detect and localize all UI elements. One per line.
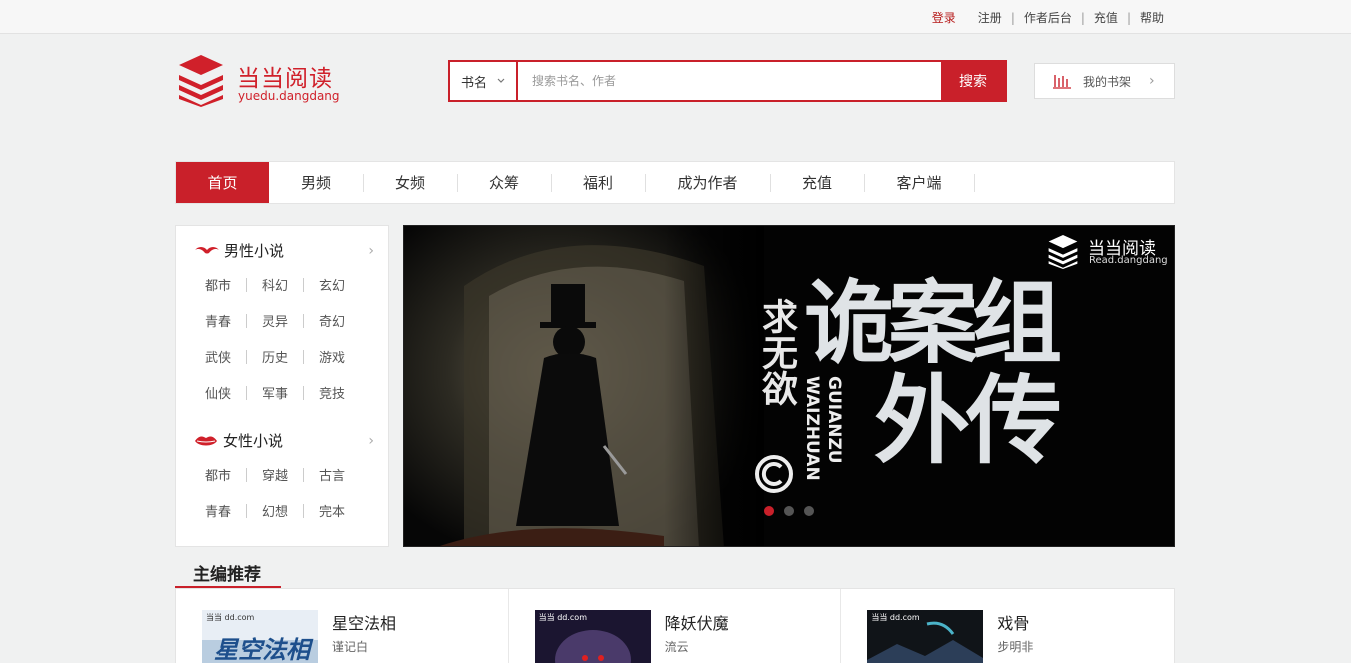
banner-author: 求无欲 [756, 298, 797, 406]
divider: | [1080, 10, 1085, 25]
slide-dot[interactable] [764, 506, 774, 516]
divider: | [1010, 10, 1015, 25]
mustache-icon [195, 246, 219, 253]
nav-item-welfare[interactable]: 福利 [551, 162, 645, 203]
category-link[interactable]: 完本 [304, 501, 360, 520]
search-bar: 书名 搜索 [448, 60, 1007, 102]
search-type-select[interactable]: 书名 [450, 62, 518, 100]
cover-site: 当当 dd.com [206, 613, 255, 622]
recharge-link[interactable]: 充值 [1094, 9, 1118, 26]
nav-end [974, 162, 975, 203]
category-link[interactable]: 青春 [190, 311, 246, 330]
nav-item-recharge[interactable]: 充值 [770, 162, 864, 203]
category-link[interactable]: 武侠 [190, 347, 246, 366]
book-cover[interactable]: 当当 dd.com [534, 610, 651, 663]
category-panel: 男性小说 › 都市 科幻 玄幻 青春 灵异 奇幻 武侠 历史 游戏 仙侠 军事 … [175, 225, 389, 547]
bookshelf-icon [1053, 75, 1071, 89]
female-category-header[interactable]: 女性小说 › [194, 430, 374, 451]
chevron-down-icon [497, 78, 505, 83]
book-cover[interactable]: 当当 dd.com 星空法相 [202, 610, 318, 663]
category-link[interactable]: 仙侠 [190, 383, 246, 402]
category-link[interactable]: 灵异 [247, 311, 303, 330]
nav-item-male[interactable]: 男频 [269, 162, 363, 203]
book-card[interactable]: 当当 dd.com 戏骨 步明非 [841, 589, 1174, 663]
slide-dot[interactable] [804, 506, 814, 516]
site-logo[interactable]: 当当阅读 yuedu.dangdang [175, 55, 345, 110]
top-bar: 登录 注册 | 作者后台 | 充值 | 帮助 [0, 0, 1351, 34]
banner-brand-icon [1048, 235, 1078, 269]
register-link[interactable]: 注册 [978, 9, 1002, 26]
category-link[interactable]: 都市 [190, 275, 246, 294]
top-links: 登录 注册 | 作者后台 | 充值 | 帮助 [932, 9, 1164, 26]
section-title: 主编推荐 [193, 565, 261, 585]
book-author: 谨记白 [332, 640, 369, 654]
slide-dot[interactable] [784, 506, 794, 516]
banner-pinyin2: WAIZHUAN [802, 376, 822, 481]
category-link[interactable]: 科幻 [247, 275, 303, 294]
bookshelf-label: 我的书架 [1083, 74, 1132, 89]
book-title[interactable]: 星空法相 [332, 610, 396, 634]
male-category-header[interactable]: 男性小说 › [194, 240, 374, 261]
book-card[interactable]: 当当 dd.com 降妖伏魔 流云 [509, 589, 842, 663]
search-input[interactable] [518, 62, 941, 100]
category-link[interactable]: 都市 [190, 465, 246, 484]
female-row-2: 青春 幻想 完本 [190, 501, 380, 520]
male-category-title: 男性小说 [224, 242, 285, 260]
nav-item-female[interactable]: 女频 [363, 162, 457, 203]
banner-title-line1: 诡案组 [804, 271, 1062, 376]
category-link[interactable]: 军事 [247, 383, 303, 402]
category-link[interactable]: 奇幻 [304, 311, 360, 330]
cover-site: 当当 dd.com [538, 613, 587, 622]
banner-slide-dots [764, 506, 814, 516]
category-link[interactable]: 玄幻 [304, 275, 360, 294]
female-row-1: 都市 穿越 古言 [190, 465, 380, 484]
male-row-2: 青春 灵异 奇幻 [190, 311, 380, 330]
my-bookshelf-button[interactable]: 我的书架 › [1034, 63, 1175, 99]
banner-title-line2: 外传 [874, 365, 1062, 477]
book-card[interactable]: 当当 dd.com 星空法相 星空法相 谨记白 [176, 589, 509, 663]
category-link[interactable]: 游戏 [304, 347, 360, 366]
banner-pinyin1: GUIANZU [824, 376, 844, 464]
category-link[interactable]: 竞技 [304, 383, 360, 402]
author-backend-link[interactable]: 作者后台 [1024, 9, 1072, 26]
main-nav: 首页 男频 女频 众筹 福利 成为作者 充值 客户端 [175, 161, 1175, 204]
category-link[interactable]: 穿越 [247, 465, 303, 484]
banner-brand-sub: Read.dangdang [1089, 255, 1168, 266]
nav-item-crowdfunding[interactable]: 众筹 [457, 162, 551, 203]
book-cover[interactable]: 当当 dd.com [867, 610, 984, 663]
book-author: 流云 [664, 640, 689, 654]
male-row-1: 都市 科幻 玄幻 [190, 275, 380, 294]
search-type-label: 书名 [460, 75, 487, 91]
logo-stack-icon [179, 55, 223, 107]
cover-title: 星空法相 [214, 636, 310, 663]
cover-site: 当当 dd.com [871, 613, 920, 622]
book-title[interactable]: 戏骨 [997, 610, 1029, 634]
male-row-4: 仙侠 军事 竞技 [190, 383, 380, 402]
nav-item-become-author[interactable]: 成为作者 [645, 162, 770, 203]
login-link[interactable]: 登录 [932, 9, 956, 26]
category-link[interactable]: 青春 [190, 501, 246, 520]
divider: | [1126, 10, 1131, 25]
category-link[interactable]: 古言 [304, 465, 360, 484]
help-link[interactable]: 帮助 [1140, 9, 1164, 26]
logo-domain: yuedu.dangdang [238, 89, 340, 103]
nav-item-home[interactable]: 首页 [176, 162, 269, 203]
chevron-right-icon: › [368, 432, 374, 449]
hero-banner[interactable]: 当当阅读 Read.dangdang 求无欲 诡案组 外传 GUIANZU WA… [403, 225, 1175, 547]
book-author: 步明非 [997, 640, 1034, 654]
male-row-3: 武侠 历史 游戏 [190, 347, 380, 366]
copyright-swirl-icon [755, 455, 793, 493]
category-link[interactable]: 历史 [247, 347, 303, 366]
nav-item-client[interactable]: 客户端 [864, 162, 974, 203]
category-link[interactable]: 幻想 [247, 501, 303, 520]
book-title[interactable]: 降妖伏魔 [665, 610, 729, 634]
search-button[interactable]: 搜索 [941, 62, 1005, 100]
female-category-title: 女性小说 [223, 432, 284, 450]
chevron-right-icon: › [1149, 73, 1155, 89]
logo-title: 当当阅读 [237, 66, 333, 92]
lips-icon [195, 435, 217, 445]
recommend-list: 当当 dd.com 星空法相 星空法相 谨记白 当当 dd.com 降妖伏魔 流… [175, 588, 1175, 663]
chevron-right-icon: › [368, 242, 374, 259]
